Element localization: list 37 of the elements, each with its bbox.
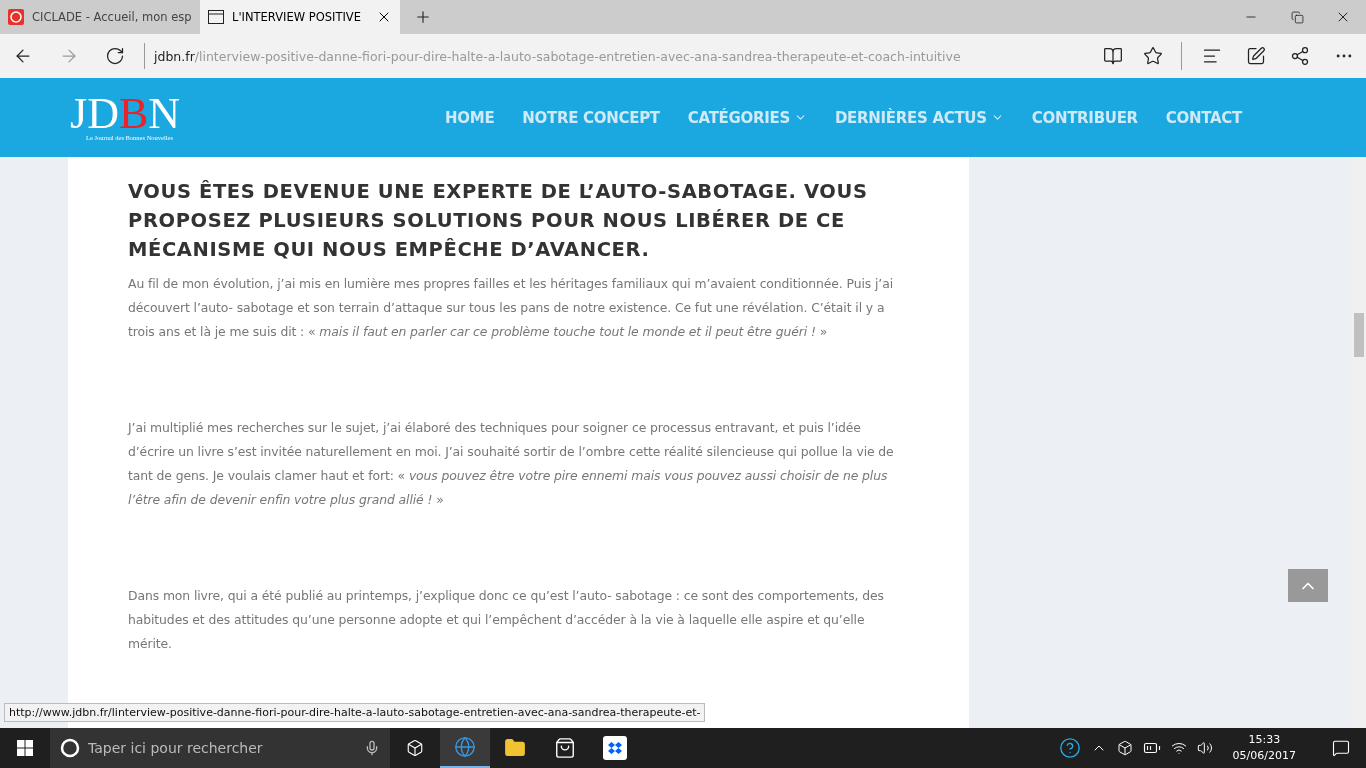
new-tab-icon[interactable] — [414, 8, 432, 26]
volume-icon[interactable] — [1196, 740, 1213, 756]
wifi-icon[interactable] — [1170, 740, 1187, 756]
note-icon[interactable] — [1246, 46, 1266, 66]
paragraph: Au fil de mon évolution, j’ai mis en lumière mes propres failles et les héritages familiaux qui m’avaient conditionnée. Puis j’ai découvert l’auto- sabotage et son terrain d’attaque sur tous les pans de notre existence. Ce fut une révélation. C’était il y a trois ans et là je me suis dit : « mais il faut en parler car ce problème touche tout le monde et il peut être guéri ! » — [128, 275, 894, 341]
paragraph: J’ai multiplié mes recherches sur le sujet, j’ai élaboré des techniques pour soigner ce processus entravant, et puis l’idée d’écrire un livre s’est invitée naturellement en moi. J’ai souhaité sortir de l’ombre cette réalité silencieuse qui pollue la vie de tant de gens. Je voulais clamer haut et fort: « vous pouvez être votre pire ennemi mais vous pouvez aussi choisir de ne plus l’être afin de devenir enfin votre plus grand allié ! » — [128, 419, 895, 509]
nav-link[interactable]: NOTRE CONCEPT — [508, 108, 674, 127]
browser-tab[interactable]: L'INTERVIEW POSITIVE — [200, 0, 400, 34]
clock[interactable]: 15:33 05/06/2017 — [1232, 732, 1296, 764]
help-icon[interactable] — [1058, 737, 1081, 759]
dropbox-icon[interactable] — [603, 736, 627, 760]
folder-icon[interactable] — [504, 737, 526, 759]
nav-link[interactable]: CONTACT — [1151, 108, 1256, 127]
mic-icon — [364, 740, 380, 756]
star-icon[interactable] — [1143, 46, 1163, 66]
nav-link[interactable]: CONTRIBUER — [1017, 108, 1152, 127]
share-icon[interactable] — [1290, 46, 1310, 66]
restore-icon[interactable] — [1290, 10, 1304, 24]
browser-tab[interactable]: CICLADE - Accueil, mon esp — [0, 0, 200, 34]
nav-link[interactable]: HOME — [431, 108, 509, 127]
nav-link[interactable]: CATÉGORIES — [673, 108, 821, 127]
app-icon — [8, 9, 24, 25]
scrollbar[interactable] — [1352, 157, 1366, 728]
page-icon — [208, 10, 224, 24]
nav-link[interactable]: DERNIÈRES ACTUS — [820, 108, 1018, 127]
paragraph: Dans mon livre, qui a été publié au printemps, j’explique donc ce qu’est l’auto- sabotage : ce sont des comportements, des habitudes et des attitudes qu’une personne adopte et qui l’empêchent d’accéder à la vie à laquelle elle aspire et qu’elle mérite. — [128, 587, 885, 653]
refresh-icon[interactable] — [105, 46, 125, 66]
cortana-icon — [60, 738, 80, 758]
search-field[interactable]: Taper ici pour rechercher — [50, 728, 390, 768]
article-heading: VOUS ÊTES DEVENUE UNE EXPERTE DE L’AUTO-SABOTAGE. VOUS PROPOSEZ PLUSIEURS SOLUTIONS POUR NOUS LIBÉRER DE CE MÉCANISME QUI NOUS EMPÊCHE D’AVANCER. — [128, 179, 869, 263]
book-icon[interactable] — [1103, 46, 1123, 66]
notification-icon[interactable] — [1332, 739, 1350, 757]
browser-icon[interactable] — [454, 736, 476, 758]
store-icon[interactable] — [554, 737, 576, 759]
search-placeholder: Taper ici pour rechercher — [88, 740, 264, 756]
status-url: http://www.jdbn.fr/linterview-positive-danne-fiori-pour-dire-halte-a-lauto-sabotage-entretien-avec-ana-sandrea-therapeute-et- — [4, 703, 706, 722]
windows-icon — [17, 740, 33, 756]
